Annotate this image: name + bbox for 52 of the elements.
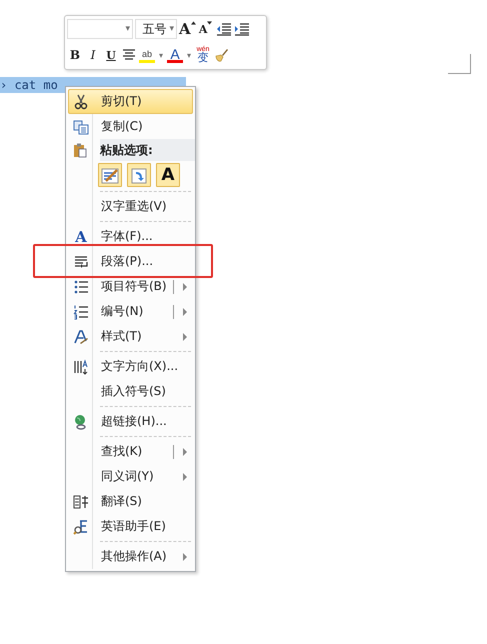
grow-font-button[interactable]: A — [179, 19, 196, 39]
styles-icon — [73, 328, 89, 344]
keep-formatting-paste-button[interactable] — [98, 163, 122, 187]
outdent-icon[interactable] — [216, 21, 232, 37]
text-only-paste-button[interactable]: A — [156, 163, 180, 187]
menu-item[interactable]: 插入符号(S) — [68, 379, 193, 404]
menu-item[interactable]: 样式(T) — [68, 324, 193, 349]
up-triangle-icon — [190, 21, 196, 25]
underline-button[interactable]: U — [103, 45, 119, 65]
menu-item[interactable]: 段落(P)... — [68, 249, 193, 274]
menu-item[interactable]: 同义词(Y) — [68, 464, 193, 489]
submenu-arrow-icon — [183, 308, 187, 316]
submenu-arrow-icon — [183, 283, 187, 291]
menu-item[interactable]: 翻译(S) — [68, 489, 193, 514]
numbered-list-icon — [73, 304, 89, 320]
font-color-button[interactable]: A — [167, 47, 183, 63]
menu-item[interactable]: 项目符号(B) — [68, 274, 193, 299]
menu-item[interactable]: 复制(C) — [68, 114, 193, 139]
merge-formatting-paste-button[interactable] — [127, 163, 151, 187]
shrink-font-button[interactable]: A — [198, 19, 214, 39]
text-direction-icon — [73, 358, 89, 374]
menu-item[interactable]: 超链接(H)... — [68, 409, 193, 434]
paragraph-icon — [73, 254, 89, 270]
submenu-arrow-icon — [183, 333, 187, 341]
clipboard-icon — [72, 142, 88, 158]
brush-icon[interactable] — [213, 47, 229, 63]
menu-item[interactable]: 其他操作(A) — [68, 544, 193, 569]
font-icon: A — [75, 228, 87, 244]
copy-icon — [73, 118, 89, 134]
font-name-dropdown[interactable]: ▾ — [67, 19, 133, 39]
font-size-dropdown[interactable]: 五号 ▾ — [135, 19, 177, 39]
menu-item[interactable]: 文字方向(X)... — [68, 354, 193, 379]
menu-item[interactable]: A 字体(F)... — [68, 224, 193, 249]
menu-item[interactable]: 英语助手(E) — [68, 514, 193, 539]
menu-item[interactable]: 剪切(T) — [68, 89, 193, 114]
english-assistant-icon — [73, 518, 89, 534]
menu-item[interactable]: 编号(N) — [68, 299, 193, 324]
translate-icon — [73, 494, 89, 510]
page-corner-mark — [448, 54, 471, 74]
menu-item[interactable]: 查找(K) — [68, 439, 193, 464]
menu-item[interactable]: 汉字重选(V) — [68, 194, 193, 219]
bullet-list-icon — [73, 278, 89, 294]
italic-button[interactable]: I — [85, 45, 101, 65]
submenu-arrow-icon — [183, 448, 187, 456]
submenu-arrow-icon — [183, 473, 187, 481]
bold-button[interactable]: B — [67, 45, 83, 65]
highlight-button[interactable]: ab — [139, 47, 155, 63]
paste-options-header: 粘贴选项: — [100, 139, 195, 161]
scissors-icon — [73, 94, 89, 110]
down-triangle-icon — [207, 21, 212, 25]
indent-icon[interactable] — [234, 21, 250, 37]
submenu-arrow-icon — [183, 553, 187, 561]
